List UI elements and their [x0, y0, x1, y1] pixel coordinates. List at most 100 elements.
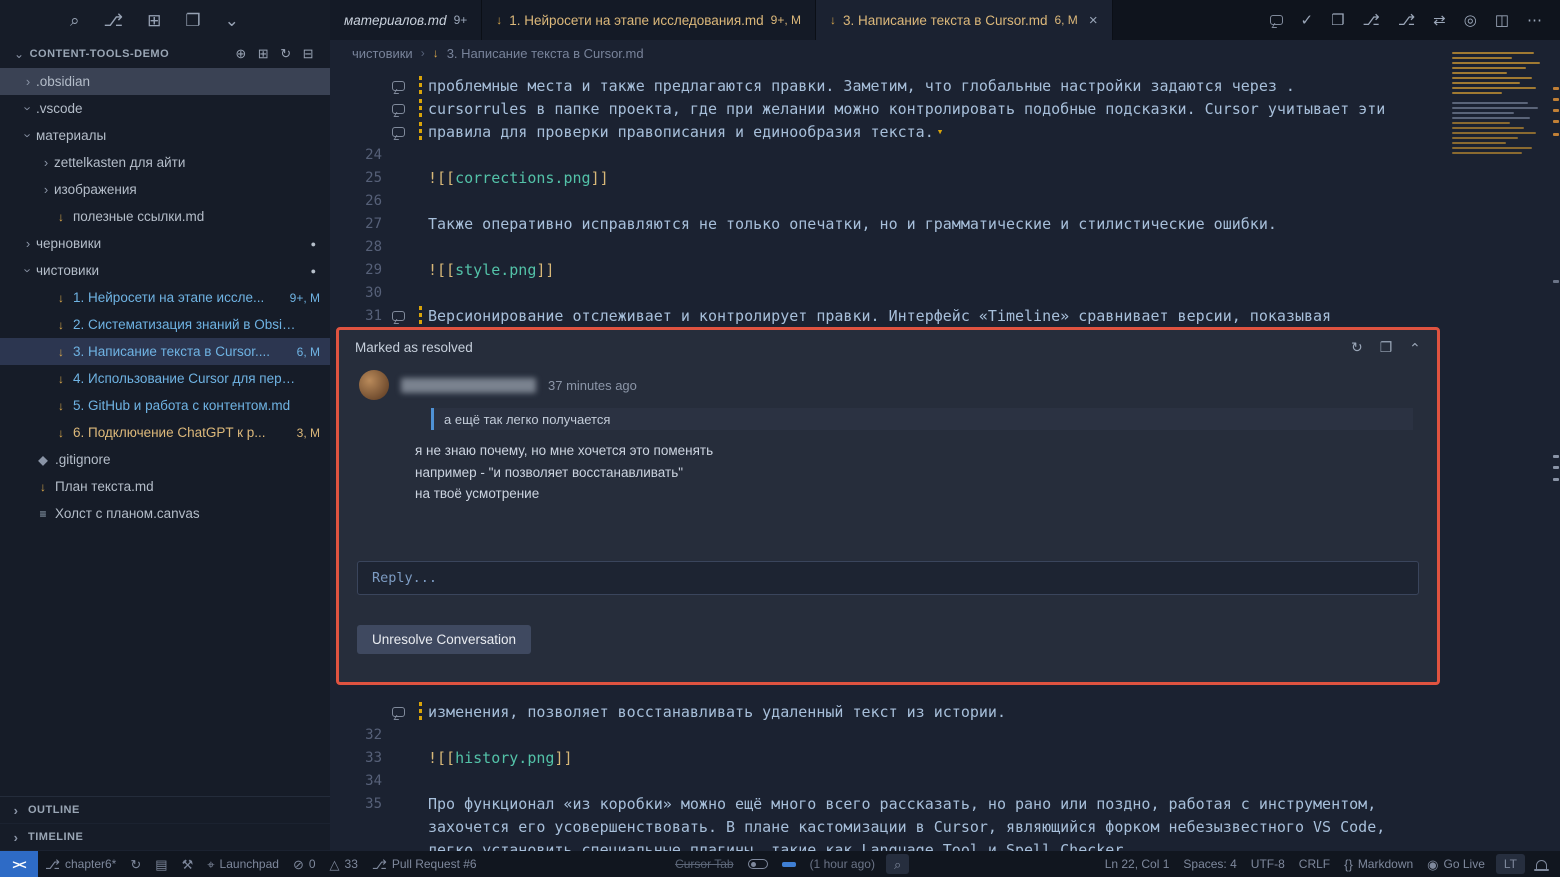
pr-description-icon[interactable]: ⎇	[1363, 11, 1380, 29]
minimap[interactable]	[1452, 52, 1548, 157]
refresh-icon[interactable]: ↻	[1351, 339, 1363, 356]
go-live[interactable]: ◉Go Live	[1420, 851, 1492, 877]
cursor-tab[interactable]: Cursor Tab	[668, 851, 740, 877]
collapse-all-icon[interactable]: ⊟	[303, 46, 314, 62]
unresolve-conversation-button[interactable]: Unresolve Conversation	[357, 625, 531, 654]
search-icon[interactable]: ⌕	[70, 12, 80, 29]
code-line[interactable]: 24	[330, 143, 1560, 166]
cursor-tab-toggle[interactable]	[741, 851, 775, 877]
chevron-expanded-icon[interactable]: ›	[21, 101, 36, 117]
tasks-check-icon[interactable]: ✓	[1301, 11, 1314, 29]
code-line[interactable]: 34	[330, 769, 1560, 792]
tab-materialov[interactable]: материалов.md9+	[330, 0, 482, 40]
remote-indicator[interactable]: ><	[0, 851, 38, 877]
chevron-collapsed-icon[interactable]: ›	[38, 155, 54, 170]
languagetool[interactable]: LT	[1496, 854, 1525, 874]
code-editor[interactable]: проблемные места и также предлагаются пр…	[330, 66, 1560, 851]
progress-bar[interactable]	[775, 851, 803, 877]
open-editors-icon[interactable]: ❐	[185, 12, 200, 29]
tree-file[interactable]: ↓2. Систематизация знаний в Obsidian...	[0, 311, 330, 338]
git-branch[interactable]: ⎇chapter6*	[38, 851, 123, 877]
tree-file[interactable]: ≡Холст с планом.canvas	[0, 500, 330, 527]
code-line[interactable]: 26	[330, 189, 1560, 212]
code-line[interactable]: 29![[style.png]]	[330, 258, 1560, 281]
notifications-bell[interactable]	[1529, 851, 1554, 877]
refresh-icon[interactable]: ↻	[280, 46, 291, 62]
code-line[interactable]: cursorrules в папке проекта, где при жел…	[330, 97, 1560, 120]
launchpad[interactable]: ⌖Launchpad	[200, 851, 286, 877]
code-line[interactable]: 28	[330, 235, 1560, 258]
chevron-collapsed-icon[interactable]: ›	[20, 236, 36, 251]
tab-neuroseti[interactable]: ↓1. Нейросети на этапе исследования.md9+…	[482, 0, 816, 40]
code-line[interactable]: изменения, позволяет восстанавливать уда…	[330, 700, 1560, 723]
comment-gutter-icon[interactable]	[382, 104, 414, 114]
comment-gutter-icon[interactable]	[382, 127, 414, 137]
more-actions-icon[interactable]: ⋯	[1527, 11, 1542, 29]
tree-folder[interactable]: ›чистовики●	[0, 257, 330, 284]
sync-icon[interactable]: ↻	[123, 851, 148, 877]
chevron-collapsed-icon[interactable]: ›	[38, 182, 54, 197]
section-outline[interactable]: › OUTLINE	[0, 797, 330, 824]
duplicate-icon[interactable]: ❐	[1380, 339, 1393, 356]
swap-icon[interactable]: ⇄	[1433, 11, 1446, 29]
code-line[interactable]: 33![[history.png]]	[330, 746, 1560, 769]
overview-ruler[interactable]	[1551, 40, 1560, 851]
pull-request[interactable]: ⎇Pull Request #6	[365, 851, 484, 877]
code-line[interactable]: захочется его усовершенствовать. В плане…	[330, 815, 1560, 838]
reply-input[interactable]	[372, 570, 1404, 586]
search-status[interactable]: ⌕	[886, 854, 909, 874]
chevron-collapsed-icon[interactable]: ›	[20, 74, 36, 89]
tree-file[interactable]: ↓5. GitHub и работа с контентом.md	[0, 392, 330, 419]
tree-folder[interactable]: ›.obsidian	[0, 68, 330, 95]
tools-icon[interactable]: ⚒	[175, 851, 201, 877]
encoding[interactable]: UTF-8	[1244, 851, 1292, 877]
tree-file[interactable]: ↓3. Написание текста в Cursor....6, M	[0, 338, 330, 365]
cursor-position[interactable]: Ln 22, Col 1	[1098, 851, 1177, 877]
tree-folder[interactable]: ›.vscode	[0, 95, 330, 122]
tab-cursor[interactable]: ↓3. Написание текста в Cursor.md6, M×	[816, 0, 1113, 40]
split-editor-icon[interactable]: ◫	[1495, 11, 1509, 29]
language-mode[interactable]: {}Markdown	[1337, 851, 1420, 877]
new-file-icon[interactable]: ⊕	[235, 46, 246, 62]
target-icon[interactable]: ◎	[1464, 11, 1477, 29]
pr-changes-icon[interactable]: ⎇	[1398, 11, 1415, 29]
tree-file[interactable]: ↓6. Подключение ChatGPT к р...3, M	[0, 419, 330, 446]
close-icon[interactable]: ×	[1089, 12, 1098, 29]
explorer-title-row[interactable]: ⌄ CONTENT-TOOLS-DEMO	[14, 47, 235, 61]
section-timeline[interactable]: › TIMELINE	[0, 824, 330, 851]
breadcrumb-folder[interactable]: чистовики	[352, 46, 413, 61]
extensions-icon[interactable]: ⊞	[147, 12, 161, 29]
tree-file[interactable]: ↓План текста.md	[0, 473, 330, 500]
comments-icon[interactable]	[1270, 15, 1283, 25]
tree-folder[interactable]: ›материалы	[0, 122, 330, 149]
tree-file[interactable]: ↓4. Использование Cursor для перево...	[0, 365, 330, 392]
errors-indicator[interactable]: ⊘0	[286, 851, 323, 877]
tree-file[interactable]: ↓1. Нейросети на этапе иссле...9+, M	[0, 284, 330, 311]
code-line[interactable]: легко установить специальные плагины, та…	[330, 838, 1560, 851]
code-line[interactable]: 35Про функционал «из коробки» можно ещё …	[330, 792, 1560, 815]
avatar[interactable]	[359, 370, 389, 400]
tree-folder[interactable]: ›zettelkasten для айти	[0, 149, 330, 176]
comment-gutter-icon[interactable]	[382, 81, 414, 91]
code-line[interactable]: 31Версионирование отслеживает и контроли…	[330, 304, 1560, 327]
comment-gutter-icon[interactable]	[382, 311, 414, 321]
code-line[interactable]: 25![[corrections.png]]	[330, 166, 1560, 189]
eol-sequence[interactable]: CRLF	[1292, 851, 1337, 877]
open-preview-icon[interactable]: ❐	[1331, 11, 1344, 29]
collapse-thread-icon[interactable]: ⌄	[1409, 339, 1421, 356]
chevron-expanded-icon[interactable]: ›	[21, 128, 36, 144]
warnings-indicator[interactable]: △33	[323, 851, 365, 877]
code-line[interactable]: проблемные места и также предлагаются пр…	[330, 74, 1560, 97]
last-edit-time[interactable]: (1 hour ago)	[803, 851, 882, 877]
tree-folder[interactable]: ›черновики●	[0, 230, 330, 257]
breadcrumb-file[interactable]: 3. Написание текста в Cursor.md	[447, 46, 644, 61]
indentation[interactable]: Spaces: 4	[1176, 851, 1243, 877]
tree-file[interactable]: ◆.gitignore	[0, 446, 330, 473]
code-line[interactable]: 27Также оперативно исправляются не тольк…	[330, 212, 1560, 235]
chevron-down-icon[interactable]: ⌄	[225, 12, 239, 29]
chevron-expanded-icon[interactable]: ›	[21, 263, 36, 279]
comment-gutter-icon[interactable]	[382, 707, 414, 717]
reply-box[interactable]	[357, 561, 1419, 595]
code-line[interactable]: правила для проверки правописания и един…	[330, 120, 1560, 143]
tree-file[interactable]: ↓полезные ссылки.md	[0, 203, 330, 230]
